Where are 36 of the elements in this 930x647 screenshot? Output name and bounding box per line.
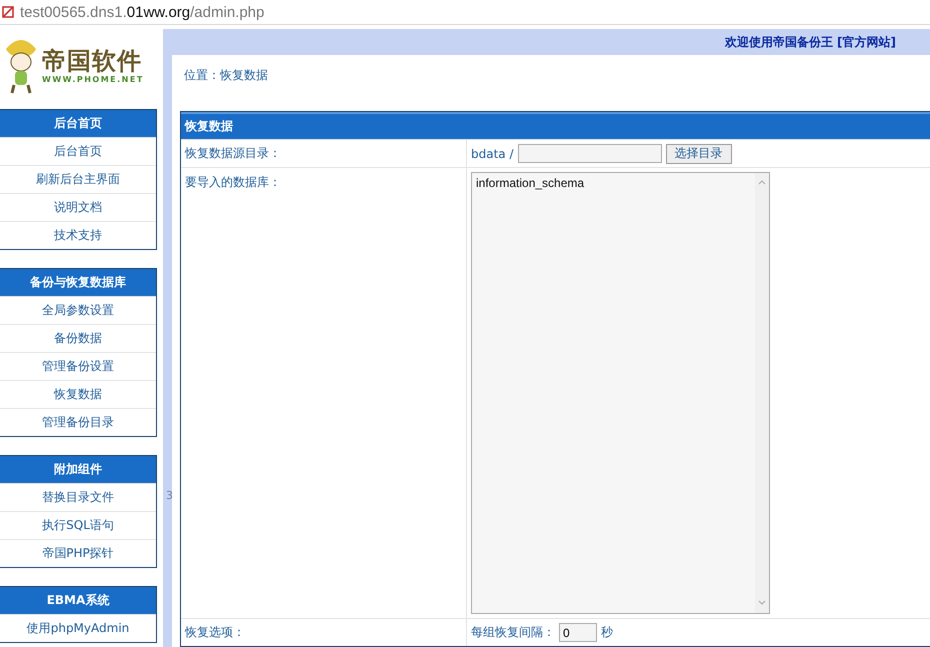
field-label: 恢复数据源目录：	[185, 145, 281, 162]
sidebar-item[interactable]: 备份数据	[0, 324, 156, 352]
database-option[interactable]: information_schema	[476, 176, 751, 190]
sidebar-item[interactable]: 全局参数设置	[0, 296, 156, 324]
field-label: 要导入的数据库：	[185, 174, 281, 191]
splitter-label: 3	[166, 489, 173, 502]
directory-field[interactable]	[518, 144, 662, 163]
address-url: test00565.dns1.01ww.org/admin.php	[20, 4, 264, 20]
sidebar-item[interactable]: 使用phpMyAdmin	[0, 614, 156, 642]
section-header: 附加组件	[0, 456, 156, 483]
sidebar-item[interactable]: 管理备份设置	[0, 352, 156, 380]
table-title: 恢复数据	[181, 112, 930, 139]
sidebar-item[interactable]: 执行SQL语句	[0, 511, 156, 539]
section-header: EBMA系统	[0, 587, 156, 614]
unit-label: 秒	[601, 624, 613, 641]
sidebar-item[interactable]: 后台首页	[0, 137, 156, 165]
sidebar-item[interactable]: 说明文档	[0, 193, 156, 221]
sidebar-item[interactable]: 恢复数据	[0, 380, 156, 408]
field-label: 恢复选项：	[185, 624, 245, 641]
broken-page-icon	[2, 6, 14, 18]
breadcrumb: 位置：恢复数据	[184, 67, 269, 84]
sidebar-item[interactable]: 帝国PHP探针	[0, 539, 156, 567]
field-label: 每组恢复间隔：	[471, 624, 555, 641]
interval-field[interactable]: 0	[559, 623, 597, 642]
sidebar-item[interactable]: 技术支持	[0, 221, 156, 249]
sidebar-item[interactable]: 刷新后台主界面	[0, 165, 156, 193]
section-header: 备份与恢复数据库	[0, 269, 156, 296]
sidebar-item[interactable]: 管理备份目录	[0, 408, 156, 436]
choose-directory-button[interactable]: 选择目录	[666, 144, 732, 164]
logo-name: 帝国软件	[42, 46, 143, 74]
sidebar-item[interactable]: 替换目录文件	[0, 483, 156, 511]
database-list[interactable]: information_schema	[471, 172, 770, 614]
logo-site: WWW.PHOME.NET	[42, 74, 144, 84]
path-prefix: bdata /	[471, 146, 514, 160]
welcome-text: 欢迎使用帝国备份王 [官方网站]	[724, 34, 896, 51]
section-header: 后台首页	[0, 110, 156, 137]
